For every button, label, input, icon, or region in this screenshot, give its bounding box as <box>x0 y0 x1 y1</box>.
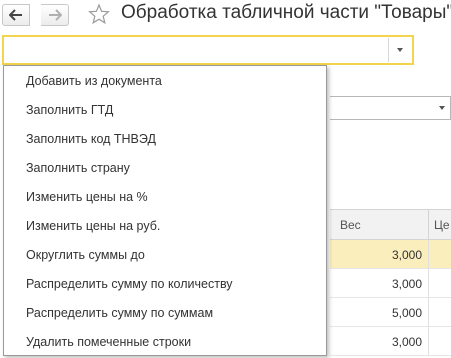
goods-table: Вес Це 3,000 3,000 5,000 3,000 <box>330 209 451 356</box>
menu-item-delete-marked-rows[interactable]: Удалить помеченные строки <box>4 328 326 357</box>
favorite-star-icon[interactable] <box>88 3 110 25</box>
weight-cell: 3,000 <box>391 248 422 262</box>
weight-cell: 3,000 <box>391 277 422 291</box>
chevron-down-icon <box>397 48 403 52</box>
table-row[interactable]: 5,000 <box>330 298 451 327</box>
background-select-field[interactable] <box>330 96 451 120</box>
arrow-left-icon <box>9 9 22 21</box>
operation-dropdown-menu: Добавить из документа Заполнить ГТД Запо… <box>3 65 327 356</box>
weight-cell: 5,000 <box>391 306 422 320</box>
window-title: Обработка табличной части "Товары" <box>121 2 451 23</box>
column-header-price[interactable]: Це <box>434 218 450 232</box>
menu-item-add-from-document[interactable]: Добавить из документа <box>4 67 326 96</box>
table-header: Вес Це <box>330 209 451 240</box>
menu-item-fill-tnved[interactable]: Заполнить код ТНВЭД <box>4 125 326 154</box>
menu-item-distribute-by-quantity[interactable]: Распределить сумму по количеству <box>4 270 326 299</box>
menu-item-fill-country[interactable]: Заполнить страну <box>4 154 326 183</box>
table-row[interactable]: 3,000 <box>330 327 451 356</box>
menu-item-change-price-rub[interactable]: Изменить цены на руб. <box>4 212 326 241</box>
menu-item-round-sums[interactable]: Округлить суммы до <box>4 241 326 270</box>
menu-item-fill-gtd[interactable]: Заполнить ГТД <box>4 96 326 125</box>
weight-cell: 3,000 <box>391 335 422 349</box>
menu-item-distribute-by-sums[interactable]: Распределить сумму по суммам <box>4 299 326 328</box>
back-button[interactable] <box>2 4 30 26</box>
table-row[interactable]: 3,000 <box>330 269 451 298</box>
chevron-down-icon <box>439 106 445 110</box>
dropdown-button[interactable] <box>388 38 411 62</box>
column-header-weight[interactable]: Вес <box>340 218 361 232</box>
table-row[interactable]: 3,000 <box>330 240 451 269</box>
arrow-right-icon <box>48 9 62 21</box>
forward-button[interactable] <box>41 4 69 26</box>
operation-select[interactable] <box>2 35 414 65</box>
menu-item-change-price-percent[interactable]: Изменить цены на % <box>4 183 326 212</box>
